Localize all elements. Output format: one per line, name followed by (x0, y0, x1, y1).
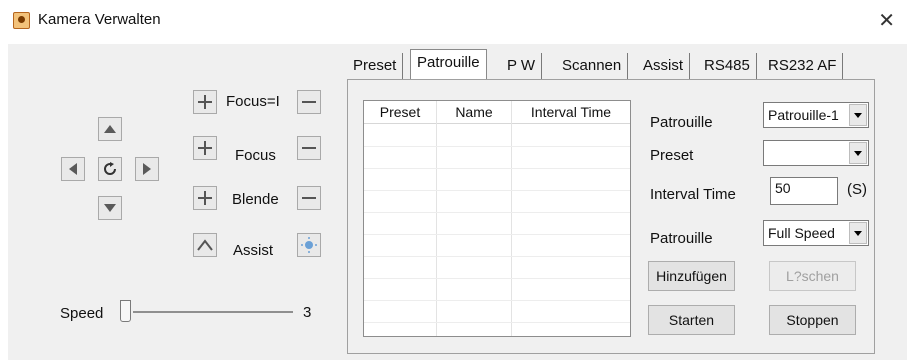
tab-pw[interactable]: P W (501, 53, 543, 79)
close-icon[interactable]: ✕ (878, 8, 895, 33)
interval-time-label: Interval Time (650, 186, 736, 203)
patrouille-speed-select-value: Full Speed (768, 225, 835, 241)
focus-near-label: Focus=I (226, 93, 280, 110)
light-bulb-icon[interactable] (297, 233, 321, 257)
patrouille-select-value: Patrouille-1 (768, 107, 839, 123)
focus-near-plus-button[interactable] (193, 90, 217, 114)
arrow-left-icon[interactable] (61, 157, 85, 181)
arrow-right-icon[interactable] (135, 157, 159, 181)
tab-rs232-af[interactable]: RS232 AF (762, 53, 844, 79)
interval-time-input[interactable]: 50 (770, 177, 838, 205)
patrouille-select[interactable]: Patrouille-1 (763, 102, 869, 128)
row-divider (364, 190, 630, 191)
speed-value: 3 (303, 304, 312, 321)
focus-near-minus-button[interactable] (297, 90, 321, 114)
row-divider (364, 278, 630, 279)
chevron-down-icon[interactable] (849, 142, 867, 164)
row-divider (364, 322, 630, 323)
row-divider (364, 146, 630, 147)
tab-rs485[interactable]: RS485 (698, 53, 757, 79)
focus-plus-button[interactable] (193, 136, 217, 160)
focus-label: Focus (235, 147, 276, 164)
tab-assist[interactable]: Assist (637, 53, 691, 79)
dialog-body: Focus=I Focus Blende Assist Speed 3 Pres… (8, 44, 907, 360)
add-button[interactable]: Hinzufügen (648, 261, 735, 291)
column-header-preset[interactable]: Preset (364, 101, 436, 124)
speed-label: Speed (60, 305, 104, 322)
preset-label: Preset (650, 147, 694, 164)
column-header-name[interactable]: Name (437, 101, 511, 124)
table-header: Preset Name Interval Time (364, 101, 630, 124)
row-divider (364, 212, 630, 213)
tab-patrouille[interactable]: Patrouille (410, 49, 487, 80)
tab-preset[interactable]: Preset (347, 53, 404, 79)
assist-label: Assist (233, 242, 274, 259)
iris-label: Blende (232, 191, 279, 208)
tab-scannen[interactable]: Scannen (556, 53, 629, 79)
wiper-icon[interactable] (193, 233, 217, 257)
title-bar: Kamera Verwalten ✕ (0, 0, 907, 44)
start-button[interactable]: Starten (648, 305, 735, 335)
interval-unit-label: (S) (847, 181, 867, 198)
window-title: Kamera Verwalten (38, 11, 161, 28)
focus-minus-button[interactable] (297, 136, 321, 160)
refresh-icon[interactable] (98, 157, 122, 181)
iris-minus-button[interactable] (297, 186, 321, 210)
arrow-down-icon[interactable] (98, 196, 122, 220)
patrouille-speed-label: Patrouille (650, 230, 713, 247)
row-divider (364, 300, 630, 301)
arrow-up-icon[interactable] (98, 117, 122, 141)
chevron-down-icon[interactable] (849, 222, 867, 244)
row-divider (364, 234, 630, 235)
preset-select[interactable] (763, 140, 869, 166)
row-divider (364, 168, 630, 169)
speed-slider-track[interactable] (133, 311, 293, 313)
camera-app-icon (13, 12, 30, 29)
chevron-down-icon[interactable] (849, 104, 867, 126)
speed-slider-thumb[interactable] (120, 300, 131, 322)
stop-button[interactable]: Stoppen (769, 305, 856, 335)
delete-button[interactable]: L?schen (769, 261, 856, 291)
patrol-table: Preset Name Interval Time (363, 100, 631, 337)
row-divider (364, 256, 630, 257)
column-header-interval-time[interactable]: Interval Time (512, 101, 630, 124)
patrouille-speed-select[interactable]: Full Speed (763, 220, 869, 246)
patrouille-label: Patrouille (650, 114, 713, 131)
iris-plus-button[interactable] (193, 186, 217, 210)
